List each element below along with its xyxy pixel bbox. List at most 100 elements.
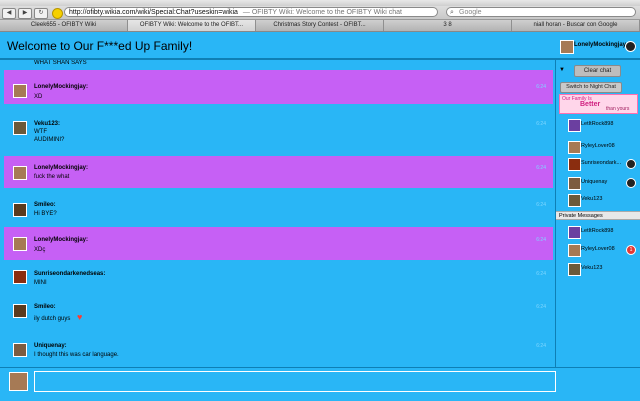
address-url: http://ofibty.wikia.com/wiki/Special:Cha… — [69, 9, 238, 16]
heart-emoticon-icon: ♥ — [77, 312, 83, 322]
user-name: Sunriseondark... — [581, 160, 622, 166]
chat-message-list[interactable]: WHAT SHAN SAYS LonelyMockingjay: XD 6:24… — [4, 60, 553, 366]
current-user-avatar[interactable] — [560, 40, 574, 54]
user-name: LetItRock898 — [581, 228, 614, 234]
address-page-title: — OFIBTY Wiki: Welcome to the OFIBTY Wik… — [242, 9, 402, 16]
back-button[interactable]: ◀ — [2, 8, 16, 19]
user-list-item[interactable]: Sunriseondark... — [556, 157, 640, 171]
search-icon: ⌕ — [450, 9, 454, 16]
avatar[interactable] — [13, 237, 27, 251]
user-name: RyleyLover08 — [581, 143, 615, 149]
browser-toolbar: ◀ ▶ ↻ http://ofibty.wikia.com/wiki/Speci… — [0, 6, 640, 20]
current-user-status-icon — [625, 41, 636, 52]
chat-sidebar: ▼ Clear chat Switch to Night Chat Our Fa… — [555, 60, 640, 367]
user-list-item[interactable]: RyleyLover08 — [556, 140, 640, 154]
address-bar[interactable]: http://ofibty.wikia.com/wiki/Special:Cha… — [64, 7, 438, 17]
chat-header: Welcome to Our F***ed Up Family! — [0, 34, 640, 60]
avatar[interactable] — [13, 343, 27, 357]
avatar — [568, 158, 581, 171]
collapse-chevron-down-icon[interactable]: ▼ — [559, 67, 565, 73]
user-list-item[interactable]: Uniquenay — [556, 176, 640, 190]
message-text: ily dutch guys — [34, 316, 71, 322]
message-text: WTF — [34, 129, 47, 135]
user-list-item[interactable]: LetItRock898 — [556, 118, 640, 132]
tab-christmas-contest[interactable]: Christmas Story Contest - OFIBT... — [256, 20, 384, 31]
site-favicon-smiley-icon — [52, 8, 63, 19]
message-text: I thought this was car language. — [34, 352, 119, 358]
chat-message: LonelyMockingjay: XDç 6:24 — [4, 227, 553, 260]
message-text: AUDIMINI? — [34, 137, 65, 143]
avatar — [568, 244, 581, 257]
away-status-icon — [626, 159, 636, 169]
avatar[interactable] — [13, 304, 27, 318]
message-timestamp: 6:24 — [536, 237, 546, 243]
user-list-item[interactable]: Veku123 — [556, 193, 640, 207]
family-banner-image: Our Family Is Better than yours — [559, 94, 638, 114]
chat-message: Uniquenay: I thought this was car langua… — [4, 332, 553, 366]
tab-niall-horan[interactable]: niall horan - Buscar con Google — [512, 20, 640, 31]
message-author[interactable]: Uniquenay: — [34, 343, 67, 349]
chat-title: Welcome to Our F***ed Up Family! — [7, 39, 193, 53]
private-user-item[interactable]: RyleyLover08 1 — [556, 243, 640, 257]
message-author[interactable]: LonelyMockingjay: — [34, 165, 88, 171]
message-input[interactable] — [34, 371, 556, 392]
user-name: Uniquenay — [581, 179, 608, 185]
user-name: LetItRock898 — [581, 121, 614, 127]
message-text: fuck the what — [34, 174, 70, 180]
chat-message: Sunriseondarkenedseas: MINI 6:24 — [4, 263, 553, 293]
avatar — [568, 194, 581, 207]
avatar[interactable] — [13, 270, 27, 284]
message-timestamp: 6:24 — [536, 202, 546, 208]
tab-3-8[interactable]: 3 8 — [384, 20, 512, 31]
message-timestamp: 6:24 — [536, 343, 546, 349]
away-status-icon — [626, 178, 636, 188]
message-timestamp: 6:24 — [536, 304, 546, 310]
message-timestamp: 6:24 — [536, 165, 546, 171]
chat-message: Veku123: WTF AUDIMINI? 6:24 — [4, 107, 553, 153]
chat-message: LonelyMockingjay: fuck the what 6:24 — [4, 156, 553, 188]
message-text: MINI — [34, 280, 47, 286]
message-author[interactable]: Sunriseondarkenedseas: — [34, 271, 105, 277]
forward-button[interactable]: ▶ — [18, 8, 32, 19]
avatar — [568, 177, 581, 190]
chat-message: LonelyMockingjay: XD 6:24 — [4, 70, 553, 104]
tab-cleek655[interactable]: Cleek655 - OFIBTY Wiki — [0, 20, 128, 31]
message-author[interactable]: LonelyMockingjay: — [34, 237, 88, 243]
avatar[interactable] — [13, 121, 27, 135]
user-name: Veku123 — [581, 196, 603, 202]
search-placeholder: Google — [459, 9, 482, 16]
message-text: XD — [34, 94, 43, 100]
message-timestamp: 6:24 — [536, 121, 546, 127]
message-timestamp: 6:24 — [536, 84, 546, 90]
clear-chat-button[interactable]: Clear chat — [574, 65, 621, 77]
search-field[interactable]: ⌕ Google — [446, 7, 636, 17]
banner-line-3: than yours — [606, 106, 630, 112]
tab-ofibty-chat[interactable]: OFIBTY Wiki: Welcome to the OFIBT... — [128, 20, 256, 31]
tab-bar: Cleek655 - OFIBTY Wiki OFIBTY Wiki: Welc… — [0, 20, 640, 32]
chat-message-partial: WHAT SHAN SAYS — [4, 60, 553, 68]
private-user-item[interactable]: LetItRock898 — [556, 225, 640, 239]
back-icon: ◀ — [6, 10, 12, 16]
private-user-item[interactable]: Veku123 — [556, 262, 640, 276]
user-name: Veku123 — [581, 265, 603, 271]
message-text: XDç — [34, 247, 46, 253]
user-name: RyleyLover08 — [581, 246, 615, 252]
avatar[interactable] — [13, 203, 27, 217]
message-author[interactable]: Veku123: — [34, 121, 60, 127]
current-user-name[interactable]: LonelyMockingjay — [574, 42, 626, 48]
avatar — [568, 119, 581, 132]
input-user-avatar — [9, 372, 28, 391]
unread-count-badge: 1 — [626, 245, 636, 255]
refresh-icon: ↻ — [38, 10, 44, 16]
refresh-button[interactable]: ↻ — [34, 8, 48, 19]
avatar[interactable] — [13, 166, 27, 180]
night-chat-button[interactable]: Switch to Night Chat — [560, 82, 622, 93]
message-author[interactable]: LonelyMockingjay: — [34, 84, 88, 90]
avatar — [568, 263, 581, 276]
message-author[interactable]: Smileo: — [34, 304, 56, 310]
message-author[interactable]: Smileo: — [34, 202, 56, 208]
avatar[interactable] — [13, 84, 27, 98]
private-messages-header: Private Messages — [556, 211, 640, 220]
message-text: WHAT SHAN SAYS — [34, 60, 87, 66]
chat-message: Smileo: ily dutch guys ♥ 6:24 — [4, 296, 553, 330]
